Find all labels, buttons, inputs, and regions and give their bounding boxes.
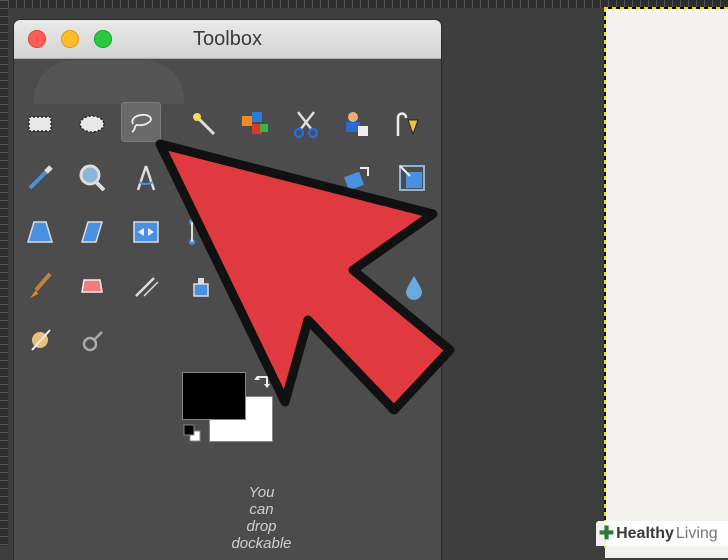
dodge-burn-icon [31, 329, 51, 351]
vertical-ruler [0, 0, 8, 546]
watermark-text-bold: Healthy [616, 524, 674, 542]
watermark-text: Living [675, 524, 718, 542]
ellipse-select-tool[interactable] [72, 104, 112, 144]
airbrush-icon [135, 277, 159, 297]
ellipse-select-icon [79, 115, 105, 133]
window-title: Toolbox [193, 28, 262, 50]
select-by-color-icon [242, 112, 268, 134]
rect-select-tool[interactable] [20, 104, 60, 144]
smudge-icon [82, 331, 103, 352]
eraser-icon [81, 279, 103, 293]
paintbrush-tool[interactable] [20, 266, 60, 306]
dock-hint-text: You can drop dockable [204, 484, 319, 552]
foreground-select-icon [346, 112, 368, 136]
water-drop-icon [406, 276, 422, 300]
zoom-tool[interactable] [72, 158, 112, 198]
wilber-logo-icon [34, 60, 184, 104]
ink-bottle-icon [193, 278, 209, 297]
blur-tool[interactable] [394, 266, 434, 306]
selection-border-vertical [604, 8, 606, 548]
select-by-color-tool[interactable] [234, 104, 274, 144]
image-canvas[interactable] [605, 8, 728, 558]
selection-border-horizontal [604, 7, 728, 9]
scissors-icon [293, 111, 319, 139]
magnifier-icon [79, 164, 106, 192]
shear-tool[interactable] [72, 212, 112, 252]
rotate-icon [344, 167, 369, 191]
dock-hint-line: drop [246, 518, 277, 535]
airbrush-tool[interactable] [126, 266, 166, 306]
dodge-burn-tool[interactable] [20, 320, 60, 360]
scissors-select-tool[interactable] [286, 104, 326, 144]
flip-icon [133, 221, 159, 243]
pen-nib-icon [396, 112, 419, 136]
scale-icon [399, 165, 425, 191]
rotate-tool[interactable] [336, 158, 376, 198]
measure-tool[interactable] [126, 158, 166, 198]
cage-icon [189, 219, 195, 245]
paintbrush-icon [30, 272, 52, 298]
shear-icon [80, 221, 104, 243]
color-picker-tool[interactable] [20, 158, 60, 198]
paths-tool[interactable] [388, 104, 428, 144]
scale-tool[interactable] [392, 158, 432, 198]
flip-tool[interactable] [126, 212, 166, 252]
dock-hint-line: can [249, 501, 274, 518]
default-colors-icon[interactable] [182, 423, 202, 443]
rect-select-icon [28, 116, 52, 132]
compass-icon [136, 165, 156, 191]
toolbox-window: Toolbox You can drop dockable [14, 20, 441, 560]
magic-wand-icon [193, 113, 216, 136]
dock-hint-line: You [248, 484, 275, 501]
lasso-icon [131, 113, 152, 133]
cross-icon: ✚ [599, 523, 615, 543]
foreground-color-swatch[interactable] [183, 373, 245, 419]
perspective-icon [26, 221, 54, 243]
smudge-tool[interactable] [72, 320, 112, 360]
ink-tool[interactable] [182, 266, 222, 306]
eraser-tool[interactable] [72, 266, 112, 306]
free-select-tool[interactable] [121, 102, 161, 142]
cage-tool[interactable] [172, 212, 212, 252]
swap-colors-icon[interactable] [252, 372, 274, 394]
toolbox-titlebar[interactable]: Toolbox [14, 20, 441, 59]
eyedropper-icon [28, 165, 53, 190]
dock-hint-line: dockable [231, 535, 292, 552]
foreground-select-tool[interactable] [336, 104, 376, 144]
watermark: ✚ Healthy Living [596, 521, 728, 546]
fuzzy-select-tool[interactable] [184, 104, 224, 144]
perspective-tool[interactable] [20, 212, 60, 252]
